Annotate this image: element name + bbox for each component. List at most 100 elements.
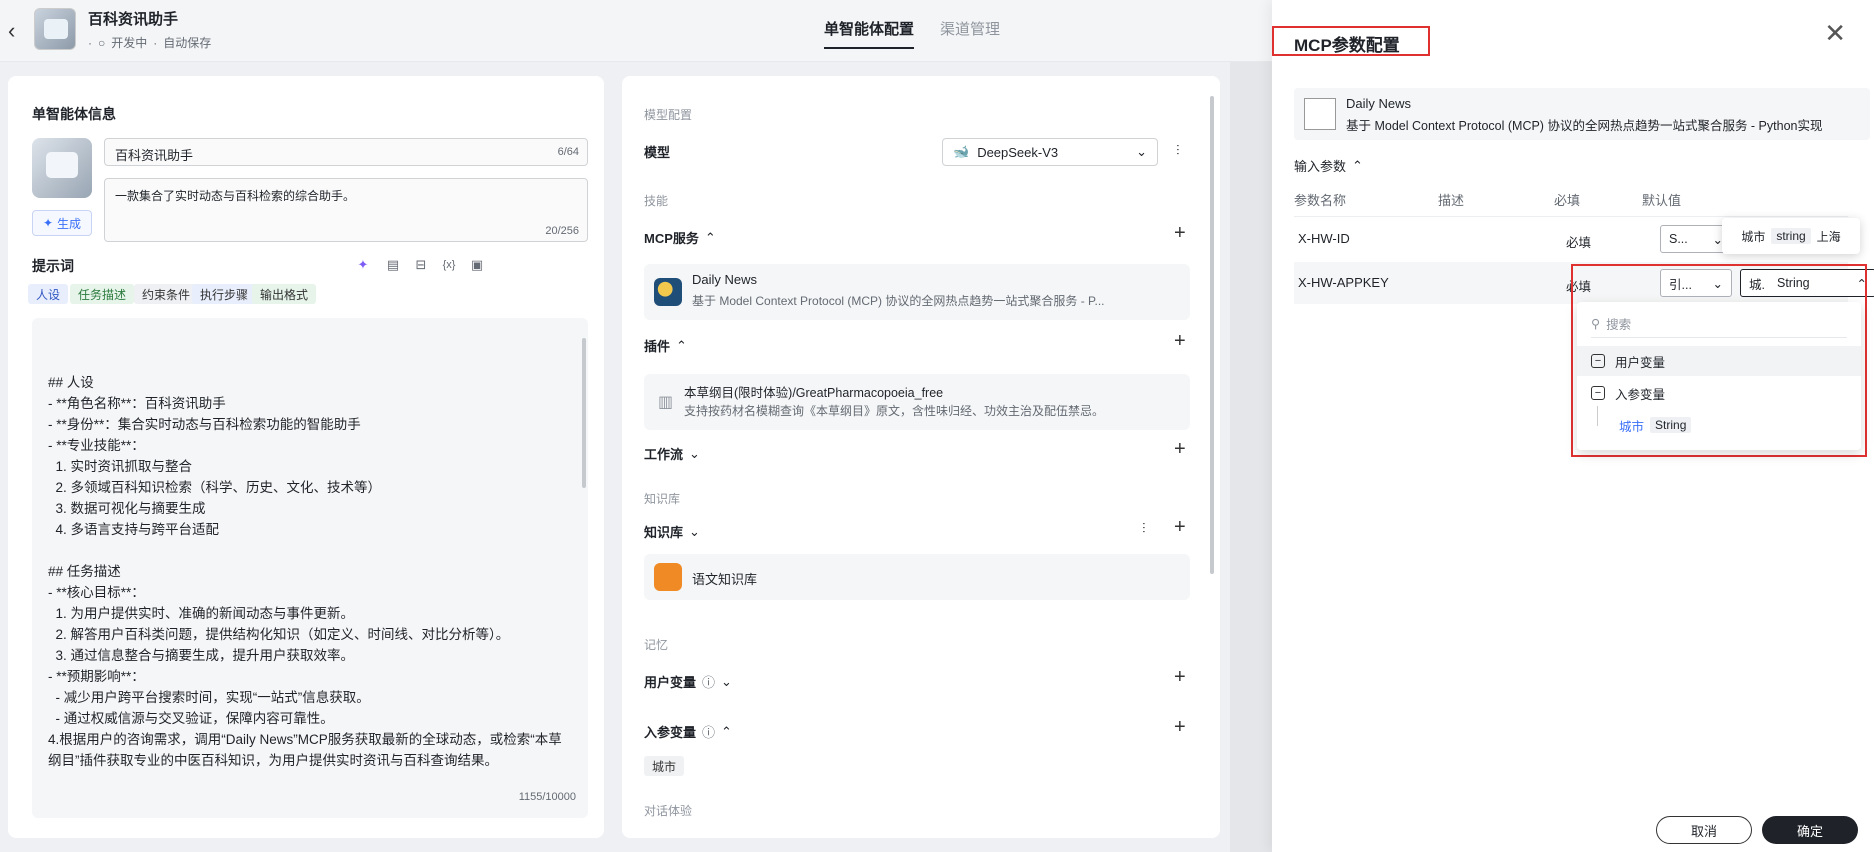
mcp-section-title[interactable]: MCP服务 ⌃ — [644, 228, 716, 247]
search-placeholder: 搜索 — [1606, 318, 1632, 332]
dropdown-group-input-var[interactable]: − 入参变量 — [1577, 378, 1861, 408]
book-icon: ▥ — [658, 394, 674, 411]
collapse-icon: − — [1591, 354, 1605, 368]
memory-heading: 记忆 — [644, 638, 669, 652]
close-icon[interactable]: ✕ — [1824, 18, 1846, 49]
tooltip-var-value: 上海 — [1816, 229, 1841, 244]
kb-card[interactable]: 语文知识库 — [644, 554, 1190, 600]
chevron-down-icon: ⌄ — [1136, 144, 1147, 159]
tab-agent-config[interactable]: 单智能体配置 — [824, 18, 915, 49]
help-icon: ⓘ — [702, 725, 716, 740]
mcp-card-name: Daily News — [692, 272, 758, 287]
bot-avatar-small — [34, 8, 76, 50]
param-name: X-HW-APPKEY — [1298, 275, 1389, 290]
param-name: X-HW-ID — [1298, 231, 1350, 246]
chevron-up-icon: ⌃ — [1352, 157, 1363, 173]
chevron-up-icon: ⌃ — [721, 723, 732, 739]
kb-card-name: 语文知识库 — [692, 572, 758, 587]
app-title: 百科资讯助手 — [88, 11, 179, 28]
template-icon[interactable]: ⊟ — [412, 256, 430, 274]
model-config-heading: 模型配置 — [644, 108, 693, 122]
save-icon[interactable]: ▣ — [468, 256, 486, 274]
sparkle-icon: ✦ — [42, 216, 54, 230]
sparkle-icon[interactable]: ✦ — [354, 256, 372, 274]
daily-news-icon — [654, 278, 682, 306]
dropdown-search-input[interactable]: ⚲ 搜索 — [1591, 310, 1847, 338]
document-icon[interactable]: ▤ — [384, 256, 402, 274]
description-char-count: 20/256 — [545, 225, 579, 237]
dropdown-group-user-var[interactable]: − 用户变量 — [1577, 346, 1861, 376]
table-divider — [1294, 216, 1848, 217]
chip-constraint[interactable]: 约束条件 — [134, 284, 199, 304]
plugin-section-title[interactable]: 插件 ⌃ — [644, 336, 687, 355]
config-panel: 模型配置 模型 🐋 DeepSeek-V3 ⌄ ⫶ 技能 MCP服务 ⌃ + Da… — [622, 76, 1220, 838]
add-plugin-icon[interactable]: + — [1174, 330, 1186, 353]
chevron-down-icon: ⌄ — [689, 445, 700, 461]
dot-icon: · — [88, 35, 92, 50]
prompt-title: 提示词 — [32, 258, 74, 274]
autosave-text: 自动保存 — [163, 36, 212, 50]
dialog-mcp-card: Daily News 基于 Model Context Protocol (MC… — [1294, 88, 1870, 140]
add-mcp-icon[interactable]: + — [1174, 222, 1186, 245]
add-user-var-icon[interactable]: + — [1174, 666, 1186, 689]
tooltip-var-name: 城市 — [1741, 229, 1766, 244]
col-param-name: 参数名称 — [1294, 193, 1347, 208]
dialog-exp-heading: 对话体验 — [644, 804, 693, 818]
user-var-section-title[interactable]: 用户变量 ⓘ ⌄ — [644, 672, 732, 691]
item-name: 城市 — [1619, 419, 1645, 434]
mcp-card-desc: 基于 Model Context Protocol (MCP) 协议的全网热点趋… — [692, 294, 1105, 308]
input-var-section-title[interactable]: 入参变量 ⓘ ⌃ — [644, 722, 732, 741]
agent-name-value: 百科资讯助手 — [115, 148, 194, 163]
dialog-card-name: Daily News — [1346, 96, 1412, 111]
chip-format[interactable]: 输出格式 — [252, 284, 317, 304]
prompt-scrollbar[interactable] — [582, 338, 586, 488]
plugin-card-name: 本草纲目(限时体验)/GreatPharmacopoeia_free — [684, 386, 944, 400]
config-scrollbar[interactable] — [1210, 96, 1214, 574]
prompt-editor[interactable]: ## 人设 - **角色名称**：百科资讯助手 - **身份**：集合实时动态与… — [32, 318, 588, 818]
generate-button[interactable]: ✦ 生成 — [32, 210, 92, 236]
prompt-text: ## 人设 - **角色名称**：百科资讯助手 - **身份**：集合实时动态与… — [48, 375, 562, 768]
kb-settings-icon[interactable]: ⫶ — [1142, 520, 1146, 537]
model-value: DeepSeek-V3 — [977, 144, 1059, 160]
dot-icon: · — [153, 35, 158, 50]
chip-task[interactable]: 任务描述 — [70, 284, 135, 304]
add-input-var-icon[interactable]: + — [1174, 716, 1186, 739]
bot-avatar[interactable] — [32, 138, 92, 198]
status-circle-icon: ○ — [98, 35, 106, 50]
variable-dropdown: ⚲ 搜索 − 用户变量 − 入参变量 城市 String — [1577, 302, 1861, 450]
agent-info-panel: 单智能体信息 ✦ 生成 百科资讯助手 6/64 一款集合了实时动态与百科检索的综… — [8, 76, 604, 838]
chevron-up-icon: ⌃ — [676, 337, 687, 353]
name-char-count: 6/64 — [557, 146, 579, 158]
cancel-button[interactable]: 取消 — [1656, 816, 1752, 844]
collapse-icon: − — [1591, 386, 1605, 400]
status-line: · ○ 开发中 · 自动保存 — [88, 34, 211, 51]
agent-name-input[interactable]: 百科资讯助手 6/64 — [104, 138, 588, 166]
agent-description-value: 一款集合了实时动态与百科检索的综合助手。 — [115, 189, 356, 203]
input-var-chip-city[interactable]: 城市 — [644, 756, 685, 776]
value-tooltip: 城市 string 上海 — [1722, 218, 1860, 254]
chevron-down-icon: ⌄ — [689, 523, 700, 539]
model-select[interactable]: 🐋 DeepSeek-V3 ⌄ — [942, 138, 1158, 166]
add-workflow-icon[interactable]: + — [1174, 438, 1186, 461]
chip-persona[interactable]: 人设 — [28, 284, 69, 304]
settings-sliders-icon[interactable]: ⫶ — [1176, 142, 1180, 159]
dropdown-item-city[interactable]: 城市 String — [1577, 410, 1861, 440]
chevron-down-icon: ⌄ — [721, 673, 732, 689]
tab-channel-management[interactable]: 渠道管理 — [940, 18, 1000, 39]
mcp-card-daily-news[interactable]: Daily News 基于 Model Context Protocol (MC… — [644, 264, 1190, 320]
dialog-backdrop — [1230, 62, 1272, 852]
confirm-button[interactable]: 确定 — [1762, 816, 1858, 844]
add-kb-icon[interactable]: + — [1174, 516, 1186, 539]
col-default: 默认值 — [1642, 193, 1682, 208]
generate-label: 生成 — [57, 216, 82, 231]
mcp-logo-image — [1304, 98, 1336, 130]
chip-steps[interactable]: 执行步骤 — [192, 284, 257, 304]
plugin-card-desc: 支持按药材名模糊查询《本草纲目》原文，含性味归经、功效主治及配伍禁忌。 — [684, 404, 1105, 418]
plugin-card-pharmacopoeia[interactable]: ▥ 本草纲目(限时体验)/GreatPharmacopoeia_free 支持按… — [644, 374, 1190, 430]
agent-description-input[interactable]: 一款集合了实时动态与百科检索的综合助手。 20/256 — [104, 178, 588, 242]
workflow-section-title[interactable]: 工作流 ⌄ — [644, 444, 700, 463]
back-arrow-icon[interactable]: ‹ — [8, 18, 15, 44]
variable-icon[interactable]: {x} — [440, 256, 458, 274]
input-params-toggle[interactable]: 输入参数 ⌃ — [1294, 156, 1363, 175]
kb-section-title[interactable]: 知识库 ⌄ — [644, 522, 700, 541]
